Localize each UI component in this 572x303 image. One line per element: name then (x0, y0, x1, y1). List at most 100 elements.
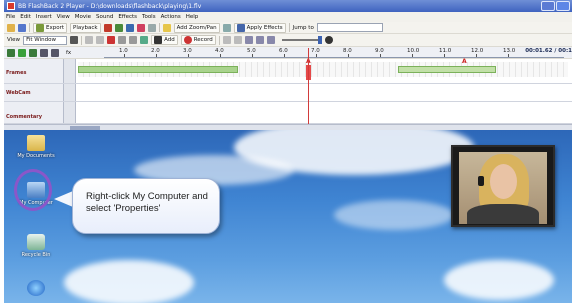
insert-icon[interactable] (114, 23, 123, 32)
commentary-track-controls[interactable] (64, 102, 76, 123)
pen-icon[interactable] (162, 23, 171, 32)
view-select[interactable]: Fit Window (23, 35, 68, 45)
webcam-overlay[interactable] (451, 145, 555, 227)
apply-effects-label: Apply Effects (246, 24, 283, 31)
cloud (444, 260, 554, 300)
menu-insert[interactable]: Insert (36, 14, 52, 20)
paste-icon[interactable] (129, 36, 138, 44)
frame-back-icon[interactable] (40, 48, 48, 57)
frame-forward-icon[interactable] (51, 48, 59, 57)
cloud (64, 260, 194, 303)
save-icon[interactable] (18, 23, 26, 32)
commentary-track[interactable]: Commentary (4, 102, 572, 124)
box-icon[interactable] (147, 23, 156, 32)
frames-label: Frames (6, 70, 27, 76)
ruler-tick (284, 54, 285, 57)
menu-actions[interactable]: Actions (161, 14, 181, 20)
highlight-circle (14, 169, 52, 211)
copy-icon[interactable] (118, 36, 127, 44)
webcam-track[interactable]: WebCam (4, 84, 572, 102)
hide-icon[interactable] (222, 36, 231, 44)
ruler-tick (348, 54, 349, 57)
playback-button[interactable]: Playback (70, 22, 101, 33)
webcam-label: WebCam (6, 90, 31, 96)
window-title: BB FlashBack 2 Player - D:\downloads\fla… (18, 2, 202, 10)
recycle-bin-icon (27, 234, 45, 250)
record-button[interactable]: Record (180, 35, 216, 45)
add-zoom-pan-button[interactable]: Add Zoom/Pan (173, 22, 220, 33)
main-toolbar: Export Playback Add Zoom/Pan Apply Effec… (4, 22, 572, 34)
text-icon[interactable] (222, 23, 231, 32)
menu-movie[interactable]: Movie (75, 14, 91, 20)
menu-file[interactable]: File (6, 14, 15, 20)
export-label: Export (46, 24, 65, 31)
delete-icon[interactable] (103, 23, 112, 32)
frames-strip[interactable]: A A (78, 58, 568, 80)
ruler-tick-label: 11.0 (439, 48, 452, 54)
minimize-button[interactable] (541, 1, 555, 11)
fx-label: fx (66, 49, 72, 56)
grid-icon[interactable] (70, 36, 79, 44)
webcam-track-controls[interactable] (64, 84, 76, 101)
frames-track-controls[interactable] (64, 59, 76, 83)
cloud (334, 200, 454, 230)
menu-sound[interactable]: Sound (96, 14, 113, 20)
menu-tools[interactable]: Tools (142, 14, 156, 20)
toolbar-separator (288, 23, 290, 32)
action-marker[interactable]: A (462, 58, 467, 80)
desktop-icon-my-documents[interactable]: My Documents (16, 135, 56, 159)
menu-effects[interactable]: Effects (118, 14, 137, 20)
callout-bubble: Right-click My Computer and select 'Prop… (72, 178, 220, 234)
menu-edit[interactable]: Edit (20, 14, 31, 20)
zoom-slider[interactable] (281, 36, 322, 44)
add-zoom-pan-label: Add Zoom/Pan (176, 24, 217, 31)
playback-label: Playback (73, 24, 98, 31)
cursor-icon[interactable] (136, 23, 145, 32)
frames-clip[interactable] (398, 66, 496, 73)
window-controls (541, 1, 570, 11)
playhead[interactable] (308, 48, 309, 124)
timeline-ruler[interactable]: 1.0 2.0 3.0 4.0 5.0 6.0 7.0 8.0 9.0 10.0 11.0 12.0 1… (104, 48, 564, 58)
recorded-desktop: My Documents My Computer Recycle Bin Rig… (4, 130, 572, 303)
ruler-tick (508, 54, 509, 57)
export-icon (36, 23, 44, 32)
close-button[interactable] (556, 1, 570, 11)
sound-icon[interactable] (266, 36, 275, 44)
undo-icon[interactable] (85, 36, 94, 44)
commentary-label: Commentary (6, 114, 42, 120)
play-icon[interactable] (18, 48, 26, 57)
timecode: 00:01.62 / 00:1 (525, 48, 572, 54)
open-icon[interactable] (7, 23, 15, 32)
menu-view[interactable]: View (57, 14, 70, 20)
jump-to-label: Jump to (292, 24, 314, 31)
redo-icon[interactable] (96, 36, 105, 44)
desktop-icon-internet-explorer[interactable] (16, 280, 56, 298)
add-button[interactable]: Add (151, 35, 178, 45)
menu-help[interactable]: Help (186, 14, 199, 20)
rewind-icon[interactable] (7, 48, 15, 57)
view-toolbar: View Fit Window Add Record (4, 34, 572, 47)
apply-effects-button[interactable]: Apply Effects (233, 22, 286, 33)
ruler-tick (252, 54, 253, 57)
ruler-tick (412, 54, 413, 57)
ruler-tick (188, 54, 189, 57)
ruler-tick (156, 54, 157, 57)
frames-track-label: Frames (4, 59, 64, 83)
app-icon (7, 2, 15, 10)
frame-icon[interactable] (125, 23, 134, 32)
forward-icon[interactable] (29, 48, 37, 57)
frames-clip[interactable] (78, 66, 238, 73)
zoom-reset-icon[interactable] (324, 36, 333, 44)
jump-to-input[interactable] (316, 23, 383, 32)
show-icon[interactable] (233, 36, 242, 44)
timeline-tracks: Frames A A WebCam Commentary (4, 58, 572, 124)
frames-track[interactable]: Frames A A (4, 58, 572, 84)
properties-icon[interactable] (140, 36, 149, 44)
arrow-icon[interactable] (244, 36, 253, 44)
zoom-icon[interactable] (255, 36, 264, 44)
icon-label: My Documents (17, 153, 55, 159)
desktop-icon-recycle-bin[interactable]: Recycle Bin (16, 234, 56, 258)
export-button[interactable]: Export (33, 22, 68, 33)
menu-bar: File Edit Insert View Movie Sound Effect… (4, 12, 572, 22)
cut-icon[interactable] (107, 36, 116, 44)
